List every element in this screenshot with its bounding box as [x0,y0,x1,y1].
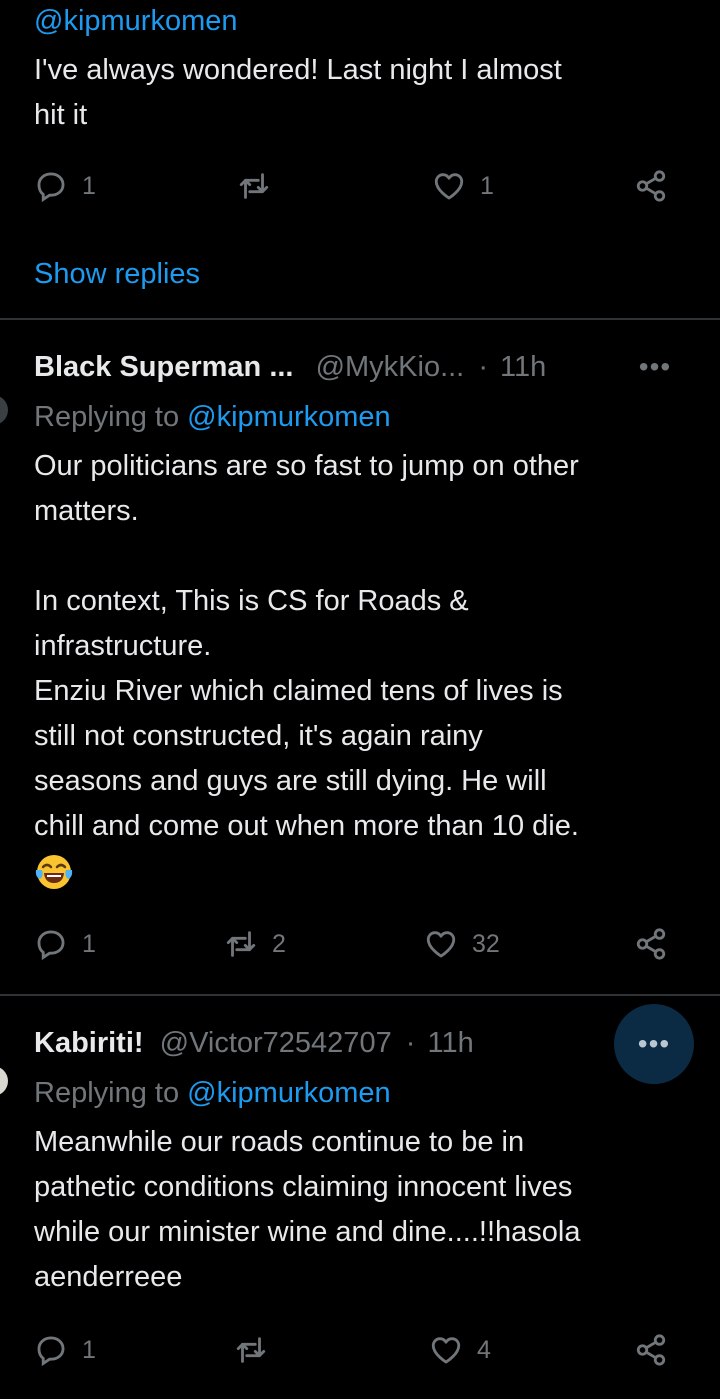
tweet-actions: 1 4 [34,1330,684,1370]
like-button[interactable]: 4 [429,1330,491,1370]
separator-dot: · [478,351,488,383]
like-count: 1 [480,171,494,200]
timestamp[interactable]: 11h [500,351,546,383]
heart-icon [429,1333,463,1367]
replying-handle-link[interactable]: @kipmurkomen [187,1077,391,1109]
share-icon [634,169,668,203]
tweet-header: Kabiriti! @Victor72542707 · 11h [34,1023,474,1063]
like-button[interactable]: 1 [432,166,494,206]
tweet-text: Meanwhile our roads continue to be in pa… [34,1126,581,1293]
reply-icon [34,1333,68,1367]
share-icon [634,927,668,961]
retweet-button[interactable] [234,1330,282,1370]
reply-icon [34,927,68,961]
retweet-icon [237,169,271,203]
more-options-button[interactable]: ••• [614,1004,694,1084]
reply-count: 1 [82,1335,96,1364]
timestamp[interactable]: 11h [428,1027,474,1059]
tweet-header: Black Superman ... @MykKio... · 11h [34,347,546,387]
tweet-3[interactable]: Kabiriti! @Victor72542707 · 11h ••• Repl… [0,996,720,1399]
reply-icon [34,169,68,203]
tweet-2[interactable]: Black Superman ... @MykKio... · 11h ••• … [0,320,720,994]
display-name[interactable]: Black Superman ... [34,351,294,383]
user-handle[interactable]: @MykKio... [316,351,465,383]
reply-count: 1 [82,929,96,958]
tweet-actions: 1 2 32 [34,924,684,964]
like-button[interactable]: 32 [424,924,500,964]
display-name[interactable]: Kabiriti! [34,1027,144,1059]
tears-of-joy-emoji-icon [34,852,74,892]
user-handle[interactable]: @Victor72542707 [160,1027,392,1059]
more-options-button[interactable]: ••• [615,327,695,407]
tweet-actions: 1 1 [34,166,684,206]
reply-button[interactable]: 1 [34,166,96,206]
avatar[interactable] [0,1066,8,1096]
separator-dot: · [405,1027,416,1059]
like-count: 4 [477,1335,491,1364]
retweet-button[interactable]: 2 [224,924,286,964]
share-icon [634,1333,668,1367]
reply-count: 1 [82,171,96,200]
replying-to: Replying to @kipmurkomen [34,1073,391,1113]
heart-icon [424,927,458,961]
more-icon: ••• [638,351,672,382]
avatar[interactable] [0,395,8,425]
share-button[interactable] [634,924,668,964]
reply-button[interactable]: 1 [34,924,96,964]
retweet-button[interactable] [237,166,285,206]
retweet-count: 2 [272,929,286,958]
retweet-icon [224,927,258,961]
replying-handle-link[interactable]: @kipmurkomen [187,401,391,433]
like-count: 32 [472,929,500,958]
retweet-icon [234,1333,268,1367]
replying-prefix: Replying to [34,401,188,433]
show-replies-link[interactable]: Show replies [34,254,200,294]
tweet-text: Our politicians are so fast to jump on o… [34,450,579,842]
share-button[interactable] [634,1330,668,1370]
replying-to: Replying to @kipmurkomen [34,397,391,437]
more-icon: ••• [637,1028,671,1059]
mention-link[interactable]: @kipmurkomen [34,0,238,42]
tweet-1[interactable]: @kipmurkomen I've always wondered! Last … [0,0,720,318]
reply-button[interactable]: 1 [34,1330,96,1370]
share-button[interactable] [634,166,668,206]
heart-icon [432,169,466,203]
replying-prefix: Replying to [34,1077,188,1109]
tweet-text: I've always wondered! Last night I almos… [34,54,562,131]
